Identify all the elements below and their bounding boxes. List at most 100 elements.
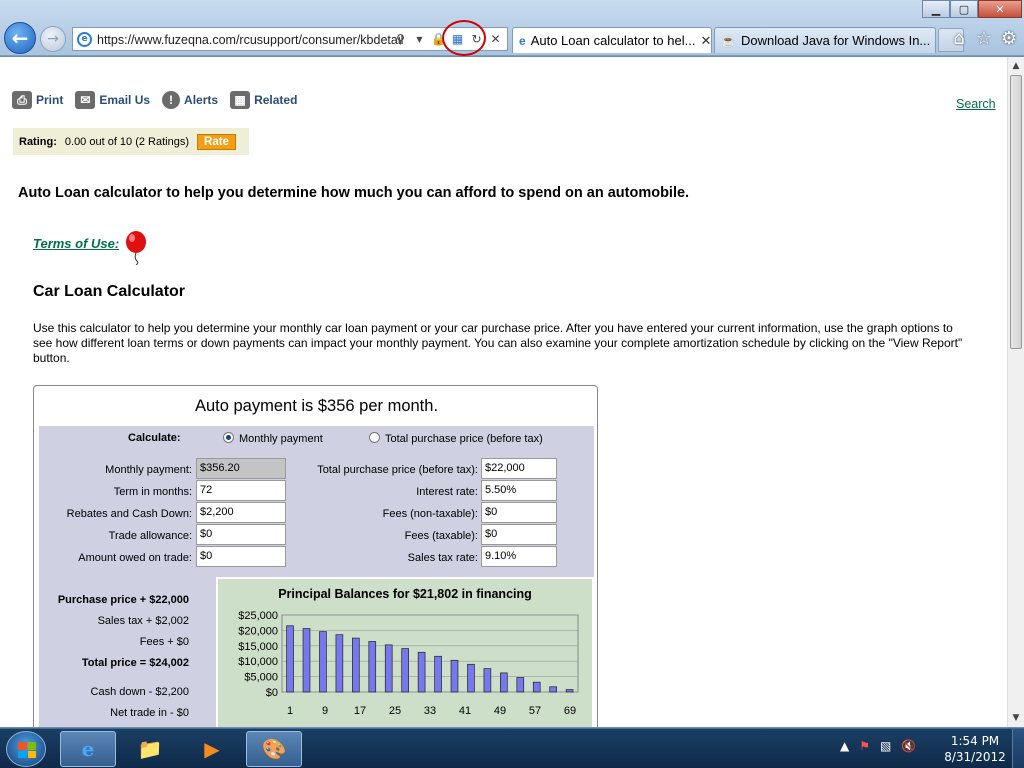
minimize-button[interactable]: ▁: [922, 0, 950, 18]
monthly-payment-label: Monthly payment:: [105, 464, 192, 476]
calculator-title: Car Loan Calculator: [33, 283, 186, 300]
ie-tab-icon: e: [519, 33, 526, 48]
y-tick-label: $5,000: [244, 672, 278, 684]
terms-of-use-link[interactable]: Terms of Use:: [33, 236, 119, 251]
start-button[interactable]: [6, 731, 46, 767]
fees-nontaxable-label: Fees (non-taxable):: [382, 508, 478, 520]
term-label: Term in months:: [113, 486, 192, 498]
sales-tax-field[interactable]: 9.10%: [481, 546, 557, 567]
radio-total-price[interactable]: Total purchase price (before tax): [369, 432, 543, 445]
x-tick-label: 17: [354, 705, 366, 717]
explorer-taskbar-icon[interactable]: 📁: [122, 731, 178, 767]
media-player-taskbar-icon[interactable]: ▶: [184, 731, 240, 767]
y-tick-label: $0: [266, 687, 278, 699]
favorites-star-icon[interactable]: ☆: [973, 27, 995, 49]
stop-icon[interactable]: ✕: [488, 31, 503, 47]
rebates-label: Rebates and Cash Down:: [66, 508, 192, 520]
ie-taskbar-icon[interactable]: e: [60, 731, 116, 767]
red-circle-annotation: [442, 20, 486, 56]
payment-result: Auto payment is $356 per month.: [194, 397, 439, 415]
volume-icon[interactable]: 🔇: [901, 739, 916, 753]
email-icon: ✉: [75, 91, 96, 109]
maximize-button[interactable]: ▢: [950, 0, 978, 18]
rate-button[interactable]: Rate: [197, 133, 236, 150]
amount-owed-field[interactable]: $0: [196, 546, 286, 567]
bar: [532, 681, 541, 693]
back-button[interactable]: ←: [4, 22, 36, 54]
alert-icon: !: [162, 91, 181, 109]
bar: [450, 659, 459, 693]
summary-cash-down: Cash down - $2,200: [90, 686, 189, 698]
x-tick-label: 57: [529, 705, 541, 717]
bar: [352, 637, 360, 693]
x-tick-label: 25: [389, 705, 401, 717]
x-tick-label: 33: [424, 705, 436, 717]
tab-label: Auto Loan calculator to hel...: [530, 33, 696, 48]
bar: [467, 663, 475, 693]
scrollbar-thumb[interactable]: [1010, 75, 1022, 349]
radio-monthly-payment[interactable]: Monthly payment: [223, 432, 323, 445]
x-tick-label: 9: [322, 705, 328, 717]
dropdown-arrow-icon[interactable]: ▼: [412, 31, 427, 47]
forward-button[interactable]: →: [40, 26, 66, 52]
bar: [565, 689, 574, 693]
home-icon[interactable]: ⌂: [948, 27, 970, 49]
term-field[interactable]: 72: [196, 480, 286, 501]
tab-auto-loan[interactable]: e Auto Loan calculator to hel... ✕: [512, 27, 712, 53]
y-tick-label: $25,000: [238, 610, 278, 622]
scroll-up-arrow[interactable]: ▲: [1008, 58, 1024, 74]
purchase-price-field[interactable]: $22,000: [481, 458, 557, 479]
printer-icon: ⎙: [12, 91, 32, 109]
related-link[interactable]: ▦ Related: [230, 91, 297, 109]
sales-tax-label: Sales tax rate:: [407, 552, 478, 564]
action-center-flag-icon[interactable]: ⚑: [859, 739, 870, 753]
x-tick-label: 69: [564, 705, 576, 717]
summary-net-trade: Net trade in - $0: [110, 707, 189, 719]
scroll-down-arrow[interactable]: ▼: [1008, 710, 1024, 726]
rating-bar: Rating: 0.00 out of 10 (2 Ratings) Rate: [13, 128, 249, 155]
radio-button[interactable]: [369, 432, 380, 443]
paint-taskbar-icon[interactable]: 🎨: [246, 731, 302, 767]
bar: [483, 668, 492, 693]
page-viewport: ⎙ Print ✉ Email Us ! Alerts ▦ Related Se…: [0, 57, 1007, 727]
y-tick-label: $10,000: [238, 656, 278, 668]
x-tick-label: 41: [459, 705, 471, 717]
related-label: Related: [254, 93, 298, 107]
calculator-form: Calculate: Monthly payment Total purchas…: [39, 426, 594, 581]
y-tick-label: $20,000: [238, 625, 278, 637]
price-summary: Purchase price + $22,000 Sales tax + $2,…: [39, 581, 216, 727]
tab-download-java[interactable]: ☕ Download Java for Windows In...: [714, 27, 936, 53]
radio-button[interactable]: [223, 432, 234, 443]
close-button[interactable]: ✕: [978, 0, 1022, 18]
bar: [500, 672, 508, 693]
bar: [335, 634, 344, 693]
vertical-scrollbar[interactable]: ▲ ▼: [1007, 57, 1024, 727]
bar: [401, 648, 409, 693]
bar: [434, 655, 442, 693]
fees-taxable-field[interactable]: $0: [481, 524, 557, 545]
y-tick-label: $15,000: [238, 641, 278, 653]
clock[interactable]: 1:54 PM 8/31/2012: [940, 733, 1010, 765]
interest-rate-field[interactable]: 5.50%: [481, 480, 557, 501]
windows-logo-icon: [18, 742, 36, 758]
alerts-label: Alerts: [184, 93, 219, 107]
summary-sales-tax: Sales tax + $2,002: [97, 615, 189, 627]
search-icon[interactable]: ⚲: [393, 31, 408, 47]
tools-gear-icon[interactable]: ⚙: [998, 27, 1020, 49]
trade-allowance-field[interactable]: $0: [196, 524, 286, 545]
monthly-payment-field[interactable]: $356.20: [196, 458, 286, 479]
tab-close-icon[interactable]: ✕: [700, 33, 711, 49]
fees-nontaxable-field[interactable]: $0: [481, 502, 557, 523]
network-icon[interactable]: ▧: [880, 739, 891, 753]
alerts-link[interactable]: ! Alerts: [162, 91, 218, 109]
email-us-link[interactable]: ✉ Email Us: [75, 91, 150, 109]
windows-taskbar: e 📁 ▶ 🎨 ▲ ⚑ ▧ 🔇 1:54 PM 8/31/2012: [0, 728, 1024, 768]
summary-purchase: Purchase price + $22,000: [57, 594, 189, 606]
show-hidden-icons-icon[interactable]: ▲: [840, 739, 849, 753]
print-link[interactable]: ⎙ Print: [12, 91, 63, 109]
rating-label: Rating:: [19, 135, 57, 148]
search-link[interactable]: Search: [956, 97, 996, 111]
show-desktop-button[interactable]: [1012, 729, 1024, 768]
url-text[interactable]: https://www.fuzeqna.com/rcusupport/consu…: [97, 33, 409, 47]
rebates-field[interactable]: $2,200: [196, 502, 286, 523]
